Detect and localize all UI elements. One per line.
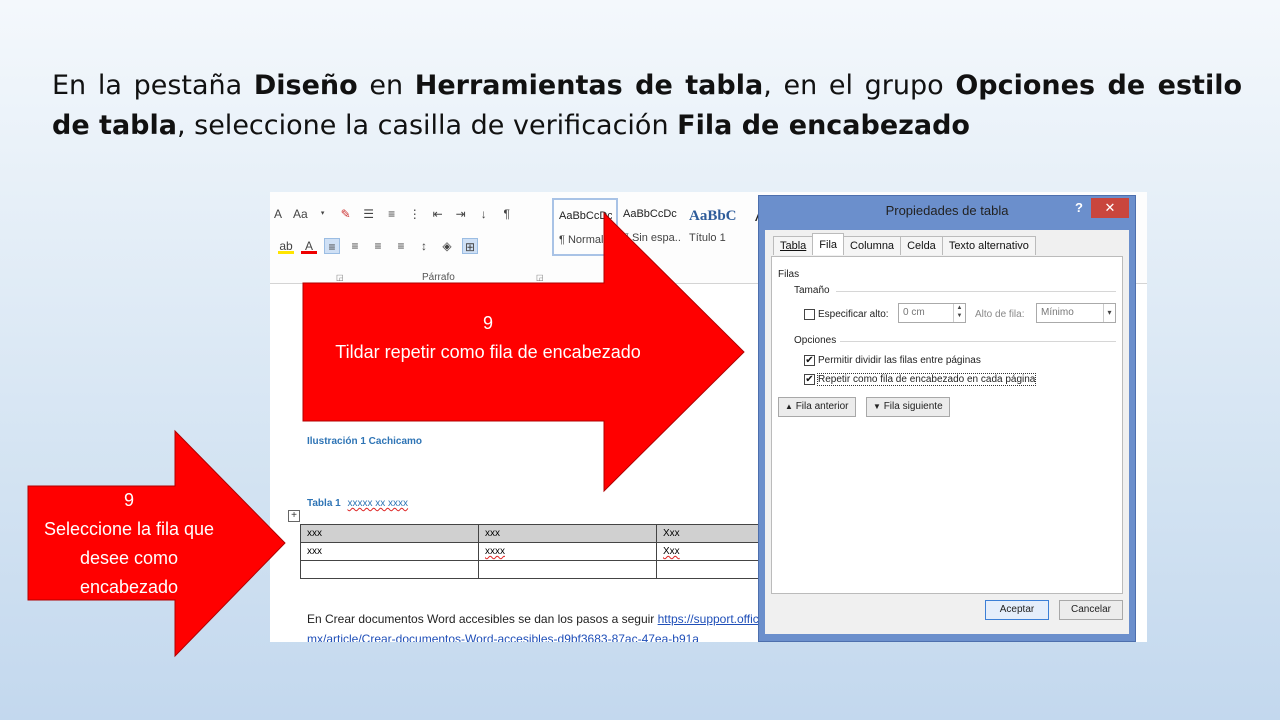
top-arrow-step: 9 [482, 313, 493, 333]
left-arrow-text: 9 Seleccione la fila que desee como enca… [40, 486, 218, 602]
top-arrow-label: Tildar repetir como fila de encabezado [335, 342, 641, 362]
left-arrow-step: 9 [123, 490, 134, 510]
top-arrow-text: 9 Tildar repetir como fila de encabezado [320, 309, 656, 367]
left-arrow-label: Seleccione la fila que desee como encabe… [43, 519, 215, 597]
